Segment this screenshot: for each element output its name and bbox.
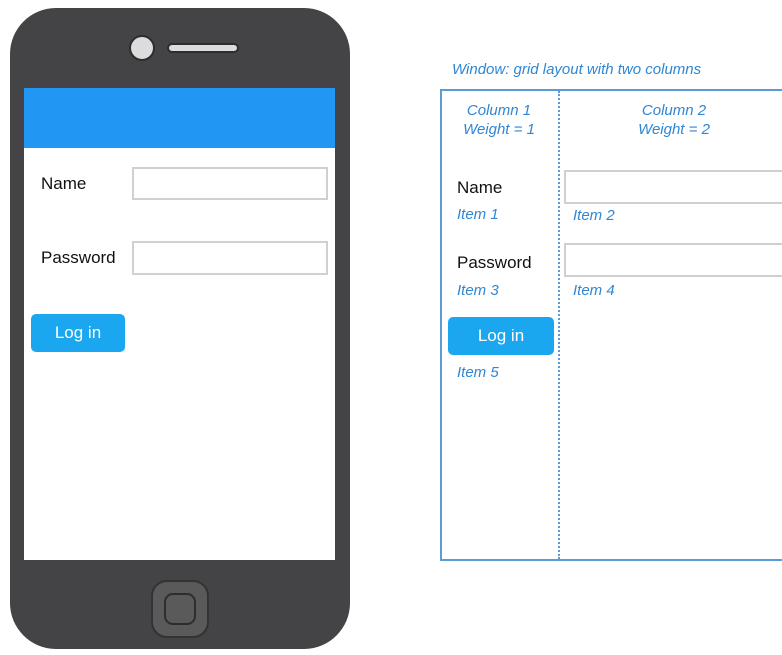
home-button-icon [164, 593, 196, 625]
name-label: Name [41, 174, 87, 193]
login-button[interactable]: Log in [31, 314, 125, 352]
diagram-login-button: Log in [448, 317, 554, 355]
column-2-weight: Weight = 2 [638, 121, 710, 138]
column-1-weight: Weight = 1 [463, 121, 535, 138]
password-input[interactable] [132, 241, 328, 275]
column-1-title: Column 1 [466, 102, 532, 119]
item-3-label: Item 3 [457, 282, 499, 299]
app-bar [24, 88, 335, 148]
name-input[interactable] [132, 167, 328, 200]
phone-mockup: Name Password Log in [10, 8, 350, 649]
speaker-icon [167, 43, 239, 53]
item-2-label: Item 2 [573, 207, 615, 224]
diagram-name-input [564, 170, 782, 204]
item-5-label: Item 5 [457, 364, 499, 381]
camera-icon [129, 35, 155, 61]
item-4-label: Item 4 [573, 282, 615, 299]
item-1-label: Item 1 [457, 206, 499, 223]
home-button[interactable] [151, 580, 209, 638]
diagram-caption: Window: grid layout with two columns [452, 61, 702, 78]
column-2-title: Column 2 [641, 102, 707, 119]
diagram-password-label: Password [457, 253, 532, 272]
column-1-heading: Column 1 Weight = 1 [446, 101, 552, 139]
diagram-password-input [564, 243, 782, 277]
password-label: Password [41, 248, 116, 267]
column-2-heading: Column 2 Weight = 2 [614, 101, 734, 139]
column-divider [558, 91, 560, 559]
phone-screen: Name Password Log in [24, 88, 335, 560]
diagram-name-label: Name [457, 178, 503, 197]
